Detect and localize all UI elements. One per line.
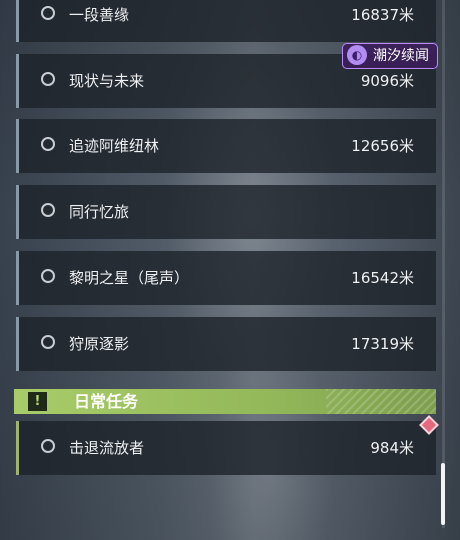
exclamation-icon: ! (28, 392, 47, 411)
quest-row[interactable]: 击退流放者 984米 (16, 421, 436, 475)
quest-row[interactable]: 追迹阿维纽林 12656米 (16, 119, 436, 173)
quest-name: 同行忆旅 (69, 203, 130, 221)
quest-row[interactable]: 同行忆旅 (16, 185, 436, 239)
quest-name: 追迹阿维纽林 (69, 137, 160, 155)
quest-distance: 17319米 (351, 335, 414, 353)
quest-row[interactable]: 一段善缘 16837米 (16, 0, 436, 42)
scrollbar-thumb[interactable] (441, 463, 445, 525)
quest-name: 击退流放者 (69, 439, 145, 457)
quest-distance: 16542米 (351, 269, 414, 287)
quest-row[interactable]: 黎明之星（尾声） 16542米 (16, 251, 436, 305)
tide-event-badge[interactable]: ◐ 潮汐续闻 (342, 43, 438, 69)
radio-circle-icon[interactable] (41, 6, 55, 20)
radio-circle-icon[interactable] (41, 203, 55, 217)
quest-list: 一段善缘 16837米 现状与未来 9096米 追迹阿维纽林 12656米 同行… (0, 0, 460, 540)
radio-circle-icon[interactable] (41, 335, 55, 349)
quest-name: 现状与未来 (69, 72, 145, 90)
header-stripes (326, 389, 436, 414)
quest-distance: 984米 (370, 439, 414, 457)
daily-quests-header: ! 日常任务 (14, 389, 436, 414)
radio-circle-icon[interactable] (41, 72, 55, 86)
quest-distance: 12656米 (351, 137, 414, 155)
quest-name: 黎明之星（尾声） (69, 269, 190, 287)
quest-distance: 16837米 (351, 6, 414, 24)
badge-label: 潮汐续闻 (373, 48, 429, 64)
quest-name: 狩原逐影 (69, 335, 130, 353)
scrollbar-track[interactable] (442, 0, 445, 528)
radio-circle-icon[interactable] (41, 269, 55, 283)
quest-name: 一段善缘 (69, 6, 130, 24)
quest-row[interactable]: 狩原逐影 17319米 (16, 317, 436, 371)
radio-circle-icon[interactable] (41, 439, 55, 453)
radio-circle-icon[interactable] (41, 137, 55, 151)
section-title: 日常任务 (74, 392, 139, 411)
tide-icon: ◐ (347, 45, 367, 65)
